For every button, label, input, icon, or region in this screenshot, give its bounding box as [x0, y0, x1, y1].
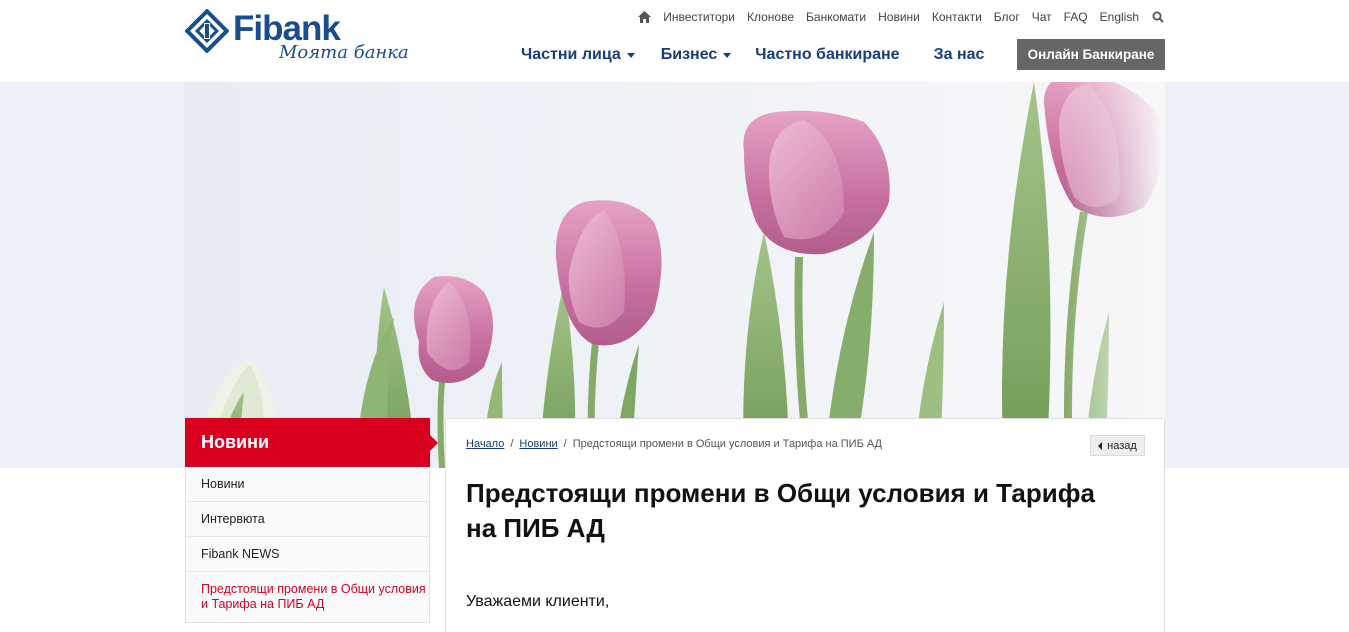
top-link-branches[interactable]: Клонове	[747, 10, 794, 24]
article-card: Начало / Новини / Предстоящи промени в О…	[445, 418, 1165, 632]
top-link-faq[interactable]: FAQ	[1064, 10, 1088, 24]
tulips-illustration	[204, 82, 1165, 468]
nav-about-us-label: За нас	[933, 46, 985, 63]
site-header: Fibank Моята банка Инвеститори Клонове Б…	[0, 0, 1349, 82]
main-nav: Частни лица Бизнес Частно банкиране За н…	[521, 40, 984, 70]
breadcrumb-current: Предстоящи промени в Общи условия и Тари…	[572, 438, 883, 450]
top-link-english[interactable]: English	[1100, 10, 1139, 24]
chevron-left-icon	[1098, 441, 1103, 450]
article-title: Предстоящи промени в Общи условия и Тари…	[466, 478, 1095, 543]
chevron-down-icon	[723, 52, 732, 58]
sidebar-item-news[interactable]: Новини	[186, 467, 429, 502]
nav-about-us[interactable]: За нас	[934, 46, 985, 64]
nav-private-clients[interactable]: Частни лица	[521, 46, 635, 64]
breadcrumb: Начало / Новини / Предстоящи промени в О…	[466, 438, 882, 450]
top-link-investors[interactable]: Инвеститори	[663, 10, 735, 24]
top-utility-nav: Инвеститори Клонове Банкомати Новини Кон…	[637, 8, 1165, 26]
back-button[interactable]: назад	[1090, 435, 1145, 456]
breadcrumb-separator: /	[510, 438, 514, 450]
top-link-blog[interactable]: Блог	[994, 10, 1020, 24]
chevron-down-icon	[626, 52, 635, 58]
logo-tagline: Моята банка	[279, 42, 409, 63]
sidebar-title: Новини	[185, 418, 430, 467]
breadcrumb-separator: /	[563, 438, 567, 450]
nav-business[interactable]: Бизнес	[661, 46, 732, 64]
nav-private-clients-label: Частни лица	[521, 46, 621, 63]
online-banking-button[interactable]: Онлайн Банкиране	[1017, 39, 1165, 70]
article-greeting: Уважаеми клиенти,	[466, 593, 610, 610]
top-link-contacts[interactable]: Контакти	[932, 10, 982, 24]
nav-private-banking[interactable]: Частно банкиране	[755, 46, 899, 64]
back-button-label: назад	[1107, 439, 1137, 452]
nav-business-label: Бизнес	[660, 46, 718, 63]
logo-mark-icon	[185, 9, 229, 53]
search-icon[interactable]	[1151, 10, 1165, 24]
fibank-logo[interactable]: Fibank Моята банка	[185, 9, 425, 69]
top-link-news[interactable]: Новини	[878, 10, 920, 24]
sidebar-item-interviews[interactable]: Интервюта	[186, 502, 429, 537]
breadcrumb-home-link[interactable]: Начало	[466, 438, 504, 450]
sidebar-item-upcoming-changes[interactable]: Предстоящи промени в Общи условия и Тари…	[186, 572, 429, 622]
top-link-chat[interactable]: Чат	[1032, 10, 1052, 24]
top-link-atms[interactable]: Банкомати	[806, 10, 866, 24]
hero-banner	[0, 82, 1349, 468]
sidebar-menu: Новини Интервюта Fibank NEWS Предстоящи …	[185, 467, 430, 623]
hero-image-area	[184, 82, 1165, 468]
breadcrumb-news-link[interactable]: Новини	[519, 438, 557, 450]
nav-private-banking-label: Частно банкиране	[755, 46, 900, 63]
sidebar-pointer-arrow	[430, 435, 438, 451]
sidebar-item-fibank-news[interactable]: Fibank NEWS	[186, 537, 429, 572]
home-icon[interactable]	[637, 10, 651, 24]
